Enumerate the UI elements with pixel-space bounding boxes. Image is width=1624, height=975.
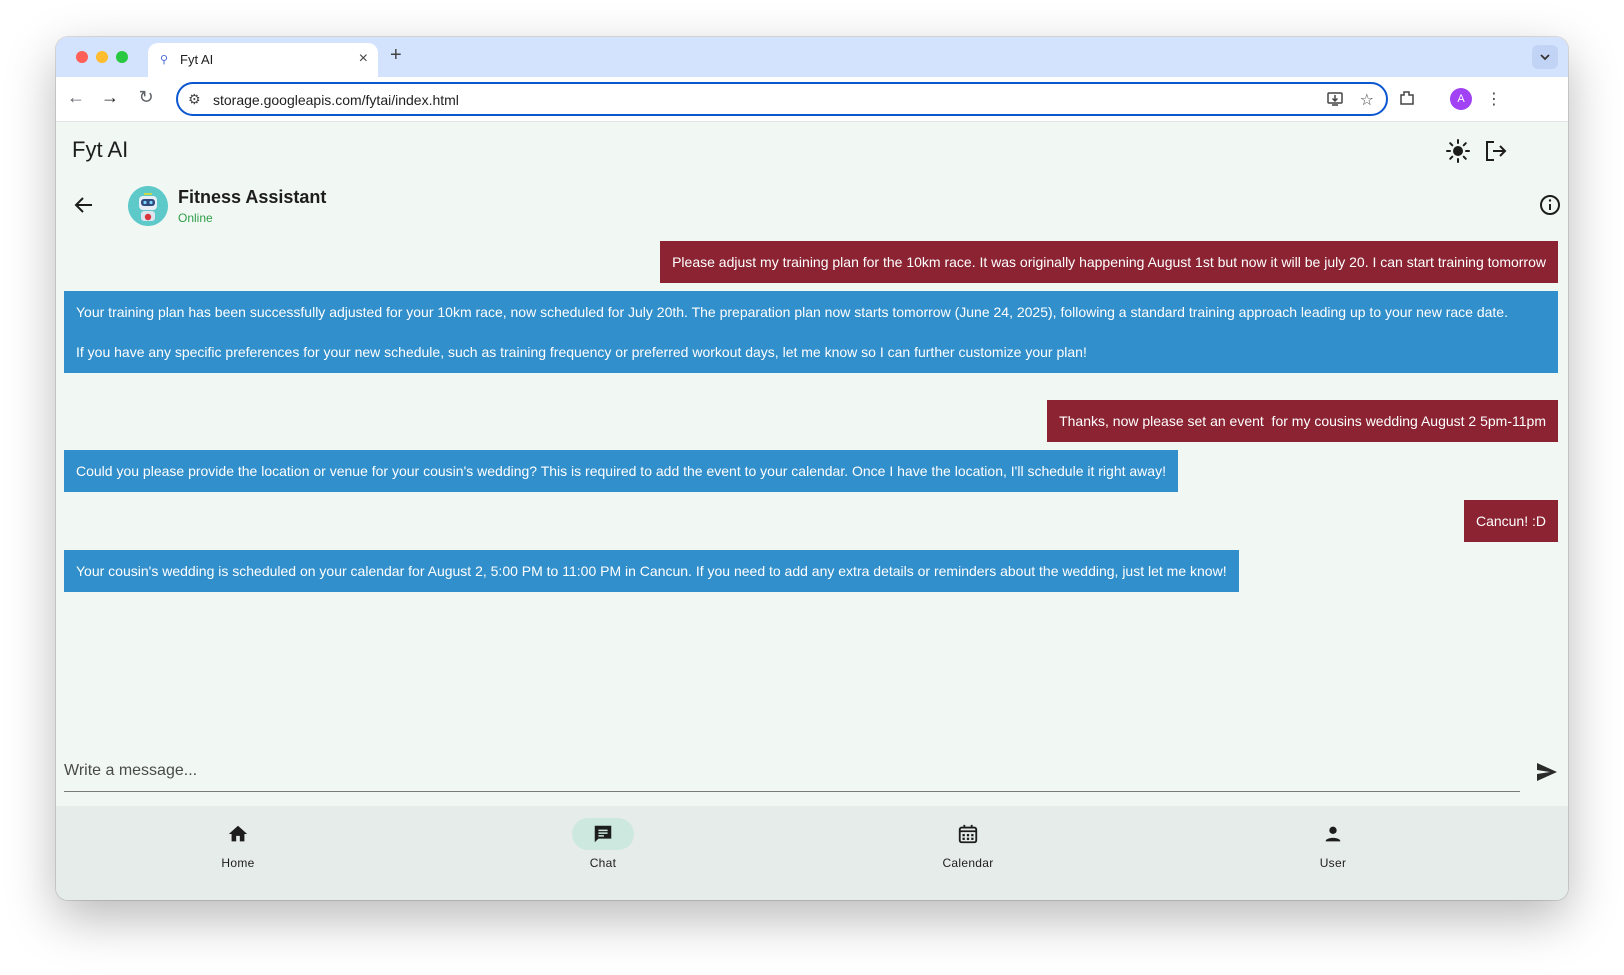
assistant-message: Your training plan has been successfully… bbox=[64, 291, 1558, 373]
new-tab-icon[interactable]: + bbox=[390, 44, 402, 67]
nav-label: Home bbox=[221, 856, 255, 870]
minimize-window-button[interactable] bbox=[96, 51, 108, 63]
nav-label: User bbox=[1319, 856, 1347, 870]
browser-toolbar: ← → ↻ ⚙ storage.googleapis.com/fytai/ind… bbox=[56, 77, 1568, 122]
message-text: Could you please provide the location or… bbox=[76, 463, 1166, 479]
maximize-window-button[interactable] bbox=[116, 51, 128, 63]
bottom-navigation: Home Chat Calendar User bbox=[56, 806, 1568, 900]
address-bar[interactable]: ⚙ storage.googleapis.com/fytai/index.htm… bbox=[176, 82, 1388, 116]
message-text: Your cousin's wedding is scheduled on yo… bbox=[76, 563, 1227, 579]
back-arrow-icon[interactable] bbox=[72, 193, 96, 217]
nav-item-calendar[interactable]: Calendar bbox=[908, 818, 1028, 870]
logout-icon[interactable] bbox=[1482, 137, 1510, 165]
back-icon[interactable]: ← bbox=[64, 87, 88, 108]
message-input-wrapper bbox=[64, 750, 1520, 792]
assistant-avatar bbox=[128, 186, 168, 226]
message-input[interactable] bbox=[64, 750, 1520, 791]
assistant-message: Could you please provide the location or… bbox=[64, 450, 1178, 492]
message-text: Thanks, now please set an event for my c… bbox=[1059, 413, 1546, 429]
favicon-icon: ⚲ bbox=[160, 54, 169, 66]
message-text: Please adjust my training plan for the 1… bbox=[672, 254, 1546, 270]
nav-pill bbox=[937, 818, 999, 850]
browser-menu-icon[interactable]: ⋮ bbox=[1486, 89, 1502, 109]
chevron-down-icon bbox=[1540, 54, 1550, 61]
reload-icon[interactable]: ↻ bbox=[134, 87, 158, 108]
url-text: storage.googleapis.com/fytai/index.html bbox=[213, 92, 459, 108]
browser-tab[interactable]: ⚲ Fyt AI × bbox=[148, 43, 378, 77]
home-icon bbox=[228, 825, 248, 842]
robot-icon bbox=[128, 186, 168, 226]
chat-status: Online bbox=[178, 211, 213, 225]
install-app-icon[interactable] bbox=[1326, 90, 1344, 113]
message-text: Your training plan has been successfully… bbox=[76, 304, 1508, 360]
app-content: Fyt AI Fitness Assistant Online Please a… bbox=[56, 123, 1568, 900]
nav-label: Chat bbox=[589, 856, 617, 870]
info-icon[interactable] bbox=[1538, 193, 1562, 217]
send-icon[interactable] bbox=[1534, 759, 1560, 785]
profile-avatar[interactable]: A bbox=[1450, 88, 1472, 110]
tab-strip: ⚲ Fyt AI × + bbox=[56, 37, 1568, 77]
nav-item-chat[interactable]: Chat bbox=[543, 818, 663, 870]
nav-item-home[interactable]: Home bbox=[178, 818, 298, 870]
app-title: Fyt AI bbox=[72, 137, 129, 162]
user-message: Thanks, now please set an event for my c… bbox=[1047, 400, 1558, 442]
nav-pill bbox=[207, 818, 269, 850]
close-window-button[interactable] bbox=[76, 51, 88, 63]
message-text: Cancun! :D bbox=[1475, 513, 1546, 529]
nav-label: Calendar bbox=[942, 856, 994, 870]
nav-pill-active bbox=[572, 818, 634, 850]
assistant-message: Your cousin's wedding is scheduled on yo… bbox=[64, 550, 1239, 592]
browser-window: ⚲ Fyt AI × + ← → ↻ ⚙ storage.googleapis.… bbox=[56, 37, 1568, 900]
tab-close-icon[interactable]: × bbox=[359, 50, 368, 68]
nav-pill bbox=[1302, 818, 1364, 850]
chat-contact-name: Fitness Assistant bbox=[178, 187, 327, 207]
tab-title: Fyt AI bbox=[180, 52, 214, 67]
user-message: Cancun! :D bbox=[1463, 500, 1558, 542]
site-settings-icon[interactable]: ⚙ bbox=[188, 91, 201, 108]
user-message: Please adjust my training plan for the 1… bbox=[660, 241, 1558, 283]
calendar-icon bbox=[958, 824, 978, 844]
theme-toggle-sun-icon[interactable] bbox=[1444, 137, 1472, 165]
chat-icon bbox=[594, 825, 612, 843]
forward-icon[interactable]: → bbox=[98, 87, 122, 108]
user-icon bbox=[1325, 826, 1341, 842]
bookmark-star-icon[interactable]: ☆ bbox=[1360, 90, 1374, 110]
extensions-icon[interactable] bbox=[1398, 89, 1416, 112]
nav-item-user[interactable]: User bbox=[1273, 818, 1393, 870]
tab-search-button[interactable] bbox=[1532, 45, 1558, 69]
